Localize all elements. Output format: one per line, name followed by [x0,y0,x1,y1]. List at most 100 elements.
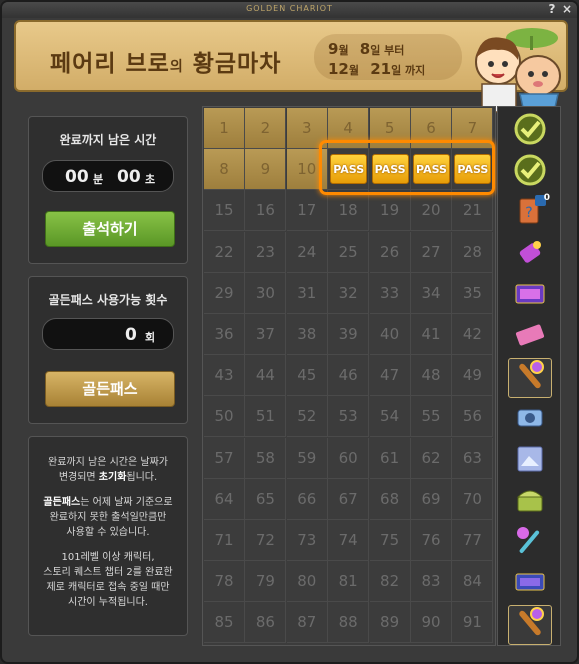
day-cell: 51 [245,396,287,438]
info-line: 변경되면 초기화됩니다. [58,472,158,483]
day-cell: 41 [411,314,452,355]
weekly-reward-column: ? 0 [497,106,561,646]
end-day: 21 [370,60,392,78]
day-cell: 2 [245,108,287,149]
day-cell: 32 [328,272,370,314]
start-month: 9 [328,40,339,58]
camera-reward[interactable] [508,399,552,439]
check-reward[interactable] [508,111,552,151]
day-cell: 87 [286,602,328,644]
day-cell: 47 [369,355,411,397]
staff-reward[interactable] [508,358,552,399]
start-day: 8 [359,40,371,58]
end-month-unit: 월 [348,64,359,77]
wand-reward[interactable] [508,523,552,563]
day-cell: 57 [204,437,245,479]
staff-icon [513,359,547,397]
day-cell: 53 [328,396,370,438]
golden-chariot-window: GOLDEN CHARIOT ? × 페어리 브로의 황금마차 9월 8일 부터… [0,0,579,664]
coupon-reward[interactable] [508,317,552,357]
day-cell: 23 [245,231,287,273]
day-cell: 29 [204,272,245,314]
day-cell: 58 [245,437,287,479]
camera-icon [513,400,547,438]
day-cell: 78 [204,561,245,603]
staff-reward[interactable] [508,605,552,646]
day-cell: 59 [286,437,328,479]
scroll-icon [513,236,547,274]
day-cell: 79 [245,561,287,603]
pass-count-display: 0 회 [42,318,174,350]
day-cell: 30 [245,272,287,314]
day-cell: 27 [411,231,452,273]
pass-highlight-outline [319,140,495,195]
staff-icon [513,606,547,644]
day-cell: 34 [411,272,452,314]
day-cell: 17 [286,190,328,232]
day-cell: 45 [286,355,328,397]
remaining-time-display: 00 분 00 초 [42,160,174,192]
pass-ticket-reward[interactable] [508,564,552,604]
day-cell: 50 [204,396,245,438]
start-date: 9월 8일 부터 [328,40,410,58]
day-cell: 44 [245,355,287,397]
day-cell: 46 [328,355,370,397]
day-cell: 19 [369,190,411,232]
help-button[interactable]: ? [545,2,559,16]
day-cell: 22 [204,231,245,273]
day-cell: 67 [328,478,370,520]
event-title: 페어리 브로의 황금마차 [50,44,281,78]
event-banner: 페어리 브로의 황금마차 9월 8일 부터 12월 21일 까지 [14,20,568,113]
coupon-icon [513,318,547,356]
event-period: 9월 8일 부터 12월 21일 까지 [314,34,462,80]
day-cell: 72 [245,520,287,561]
day-cell: 62 [411,437,452,479]
close-button[interactable]: × [560,2,574,16]
end-month: 12 [328,60,349,78]
start-month-unit: 월 [338,44,349,57]
day-cell: 61 [369,437,411,479]
ticket-reward[interactable] [508,276,552,316]
event-title-particle: 의 [169,59,184,75]
info-line: 완료하지 못한 출석일만큼만 [49,512,167,523]
day-cell: 73 [286,520,328,561]
start-day-unit: 일 부터 [370,44,405,57]
day-cell: 83 [411,561,452,603]
day-cell: 81 [328,561,370,603]
info-line: 스토리 퀘스트 챕터 2를 완료한 [43,567,173,578]
attend-button[interactable]: 출석하기 [45,211,175,247]
day-cell: 84 [452,561,494,603]
day-cell: 42 [452,314,494,355]
golden-pass-panel: 골든패스 사용가능 횟수 0 회 골든패스 [28,276,188,424]
check-reward[interactable] [508,152,552,192]
golden-pass-button[interactable]: 골든패스 [45,371,175,407]
day-cell: 8 [204,149,245,191]
info-line: 제로 캐릭터로 접속 중일 때만 [46,582,170,593]
fairy-bro-mascot-icon [475,28,561,113]
treasure-chest-reward[interactable] [508,482,552,522]
day-cell: 89 [369,602,411,644]
day-cell: 40 [369,314,411,355]
day-cell: 28 [452,231,494,273]
card-reward[interactable]: ? 0 [508,193,552,233]
event-title-part1: 페어리 브로 [50,51,170,77]
svg-text:?: ? [525,205,532,221]
day-cell: 63 [452,437,494,479]
day-cell: 86 [245,602,287,644]
photo-reward[interactable] [508,441,552,481]
day-cell: 75 [369,520,411,561]
day-cell: 33 [369,272,411,314]
end-date: 12월 21일 까지 [328,60,431,78]
day-cell: 65 [245,478,287,520]
day-cell: 66 [286,478,328,520]
seconds-value: 00 [117,167,141,187]
day-cell: 15 [204,190,245,232]
day-cell: 37 [245,314,287,355]
scroll-reward[interactable] [508,235,552,275]
info-panel: 완료까지 남은 시간은 날짜가 변경되면 초기화됩니다. 골든패스는 어제 날짜… [28,436,188,636]
day-cell: 52 [286,396,328,438]
pass-count-unit: 회 [145,331,156,344]
check-icon [513,112,547,150]
title-bar[interactable]: GOLDEN CHARIOT ? × [2,2,577,18]
day-cell: 21 [452,190,494,232]
